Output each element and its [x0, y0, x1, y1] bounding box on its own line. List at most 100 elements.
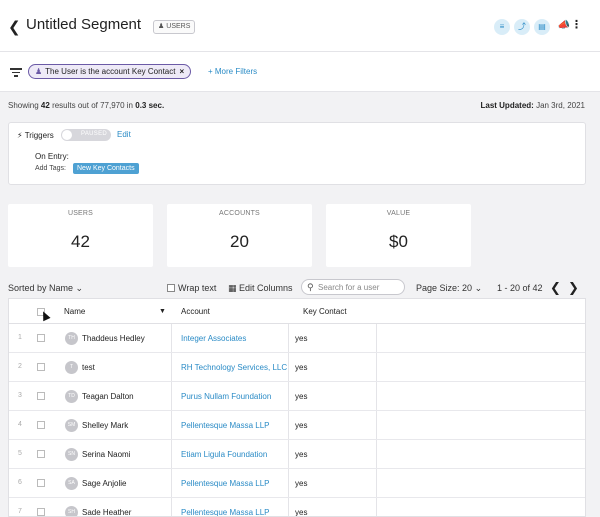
avatar: TD — [65, 390, 78, 403]
chevron-right-icon[interactable]: ❯ — [568, 280, 579, 296]
users-tag: ♟ USERS — [153, 20, 196, 34]
triggers-edit-link[interactable]: Edit — [117, 130, 131, 139]
row-number: 4 — [18, 421, 22, 428]
key-contact-value: yes — [295, 334, 308, 343]
results-summary: Showing 42 results out of 77,970 in 0.3 … — [8, 101, 165, 110]
table-row[interactable]: 3 TD Teagan Dalton Purus Nullam Foundation y… — [9, 382, 585, 411]
user-name[interactable]: test — [82, 363, 95, 372]
key-contact-value: yes — [295, 363, 308, 372]
search-box[interactable]: ⚲ — [301, 279, 405, 295]
key-contact-value: yes — [295, 421, 308, 430]
filter-icon[interactable]: ≡ — [494, 19, 510, 35]
user-name[interactable]: Thaddeus Hedley — [82, 334, 145, 343]
on-entry-label: On Entry: — [35, 152, 69, 161]
avatar: SM — [65, 419, 78, 432]
row-checkbox[interactable] — [37, 334, 45, 342]
edit-columns-button[interactable]: ▦ Edit Columns — [228, 283, 293, 294]
table-row[interactable]: 4 SM Shelley Mark Pellentesque Massa LLP yes — [9, 411, 585, 440]
row-checkbox[interactable] — [37, 450, 45, 458]
account-link[interactable]: Pellentesque Massa LLP — [181, 508, 270, 516]
account-link[interactable]: Etiam Ligula Foundation — [181, 450, 267, 459]
row-number: 1 — [18, 334, 22, 341]
checkbox[interactable] — [167, 284, 175, 292]
user-name[interactable]: Sade Heather — [82, 508, 131, 516]
more-vertical-icon[interactable]: ⋮ — [571, 18, 582, 31]
close-icon[interactable]: × — [179, 67, 184, 76]
user-name[interactable]: Sage Anjolie — [82, 479, 126, 488]
users-table: Name ▼ Account Key Contact 1 TH Thaddeus H… — [8, 298, 586, 517]
row-checkbox[interactable] — [37, 392, 45, 400]
chevron-down-icon: ⌄ — [75, 283, 84, 293]
table-row[interactable]: 5 SN Serina Naomi Etiam Ligula Foundation ye… — [9, 440, 585, 469]
filter-chip[interactable]: ♟ The User is the account Key Contact × — [28, 64, 192, 79]
account-link[interactable]: Integer Associates — [181, 334, 246, 343]
row-checkbox[interactable] — [37, 363, 45, 371]
avatar: TH — [65, 332, 78, 345]
chevron-left-icon[interactable]: ❮ — [550, 280, 561, 296]
key-contact-value: yes — [295, 508, 308, 517]
search-icon: ⚲ — [307, 282, 314, 292]
header-icon-group: ≡ ⤴ ▤ — [494, 19, 550, 35]
page-title[interactable]: Untitled Segment — [26, 16, 141, 33]
table-row[interactable]: 6 SA Sage Anjolie Pellentesque Massa LLP yes — [9, 469, 585, 498]
column-header-name[interactable]: Name — [64, 299, 85, 324]
chevron-left-icon[interactable]: ❮ — [8, 18, 21, 36]
stat-card-value: VALUE $0 — [326, 204, 471, 267]
user-name[interactable]: Teagan Dalton — [82, 392, 134, 401]
key-contact-value: yes — [295, 479, 308, 488]
account-link[interactable]: Pellentesque Massa LLP — [181, 479, 270, 488]
filter-lines-icon[interactable] — [10, 66, 22, 79]
row-number: 2 — [18, 363, 22, 370]
avatar: SA — [65, 477, 78, 490]
page-size-dropdown[interactable]: Page Size: 20 ⌄ — [416, 283, 482, 294]
table-row[interactable]: 1 TH Thaddeus Hedley Integer Associates yes — [9, 324, 585, 353]
triggers-toggle[interactable]: PAUSED — [61, 129, 111, 141]
more-filters-link[interactable]: + More Filters — [208, 67, 257, 76]
avatar: SN — [65, 448, 78, 461]
table-row[interactable]: 2 Ttest RH Technology Services, LLC yes — [9, 353, 585, 382]
sort-dropdown[interactable]: Sorted by Name ⌄ — [8, 283, 83, 294]
row-checkbox[interactable] — [37, 479, 45, 487]
user-name[interactable]: Shelley Mark — [82, 421, 128, 430]
user-icon: ♟ — [158, 23, 165, 30]
search-input[interactable] — [318, 282, 402, 293]
row-number: 5 — [18, 450, 22, 457]
table-row[interactable]: 7 SH Sade Heather Pellentesque Massa LLP yes — [9, 498, 585, 517]
user-icon: ♟ — [35, 67, 43, 76]
filter-bar: ♟ The User is the account Key Contact × + … — [0, 52, 600, 92]
sort-desc-icon[interactable]: ▼ — [159, 299, 166, 324]
stat-card-accounts: ACCOUNTS 20 — [167, 204, 312, 267]
user-name[interactable]: Serina Naomi — [82, 450, 130, 459]
wrap-text-checkbox[interactable]: Wrap text — [167, 283, 216, 293]
row-number: 3 — [18, 392, 22, 399]
column-header-key-contact[interactable]: Key Contact — [303, 299, 347, 324]
database-icon[interactable]: ▤ — [534, 19, 550, 35]
avatar: T — [65, 361, 78, 374]
lightning-icon[interactable]: ⤴ — [514, 19, 530, 35]
account-link[interactable]: RH Technology Services, LLC — [181, 363, 287, 372]
page-header: ❮ Untitled Segment ♟ USERS ≡ ⤴ ▤ 📣 ⋮ — [0, 0, 600, 52]
pagination-label: 1 - 20 of 42 — [497, 283, 543, 293]
chevron-down-icon: ⌄ — [474, 283, 483, 293]
lightning-icon: ⚡ — [17, 131, 23, 140]
toggle-state: PAUSED — [81, 131, 108, 137]
stat-card-users: USERS 42 — [8, 204, 153, 267]
avatar: SH — [65, 506, 78, 516]
tag-pill: New Key Contacts — [73, 163, 139, 174]
column-header-account[interactable]: Account — [181, 299, 210, 324]
key-contact-value: yes — [295, 450, 308, 459]
row-number: 7 — [18, 508, 22, 515]
account-link[interactable]: Pellentesque Massa LLP — [181, 421, 270, 430]
last-updated: Last Updated: Jan 3rd, 2021 — [480, 101, 585, 110]
row-checkbox[interactable] — [37, 508, 45, 516]
table-icon: ▦ — [228, 283, 237, 293]
row-checkbox[interactable] — [37, 421, 45, 429]
account-link[interactable]: Purus Nullam Foundation — [181, 392, 271, 401]
triggers-label: ⚡ Triggers — [17, 131, 54, 140]
add-tags-label: Add Tags: — [35, 165, 67, 172]
triggers-panel: ⚡ Triggers PAUSED Edit On Entry: Add Tag… — [8, 122, 586, 185]
table-header: Name ▼ Account Key Contact — [9, 299, 585, 324]
key-contact-value: yes — [295, 392, 308, 401]
megaphone-icon[interactable]: 📣 — [558, 20, 570, 31]
filter-chip-label: The User is the account Key Contact — [45, 67, 176, 76]
